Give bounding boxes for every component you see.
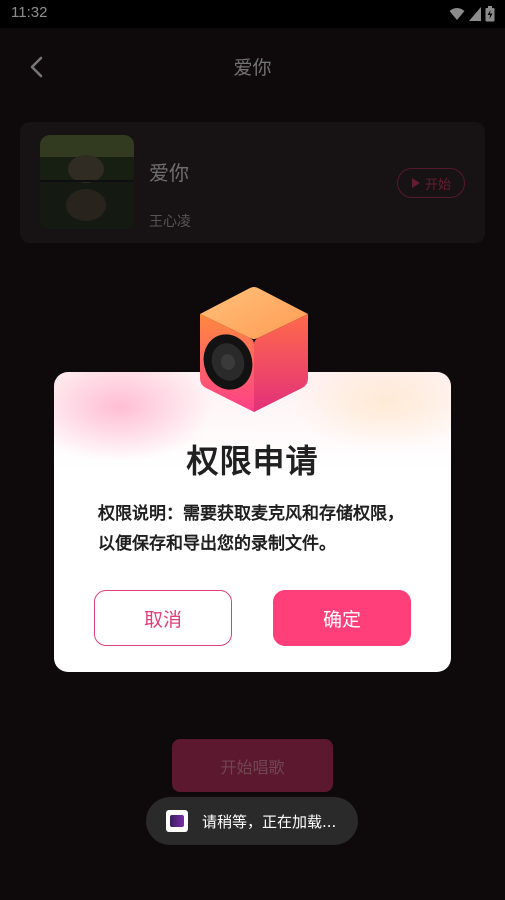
speaker-icon (200, 287, 308, 412)
toast-text: 请稍等，正在加载... (202, 812, 337, 831)
dialog-title: 权限申请 (186, 442, 319, 480)
cancel-button[interactable]: 取消 (94, 590, 232, 646)
loading-toast: 请稍等，正在加载... (146, 797, 358, 845)
confirm-button[interactable]: 确定 (273, 590, 411, 646)
app-icon (166, 810, 188, 832)
dialog-body: 权限说明：需要获取麦克风和存储权限，以便保存和导出您的录制文件。 (98, 504, 404, 554)
